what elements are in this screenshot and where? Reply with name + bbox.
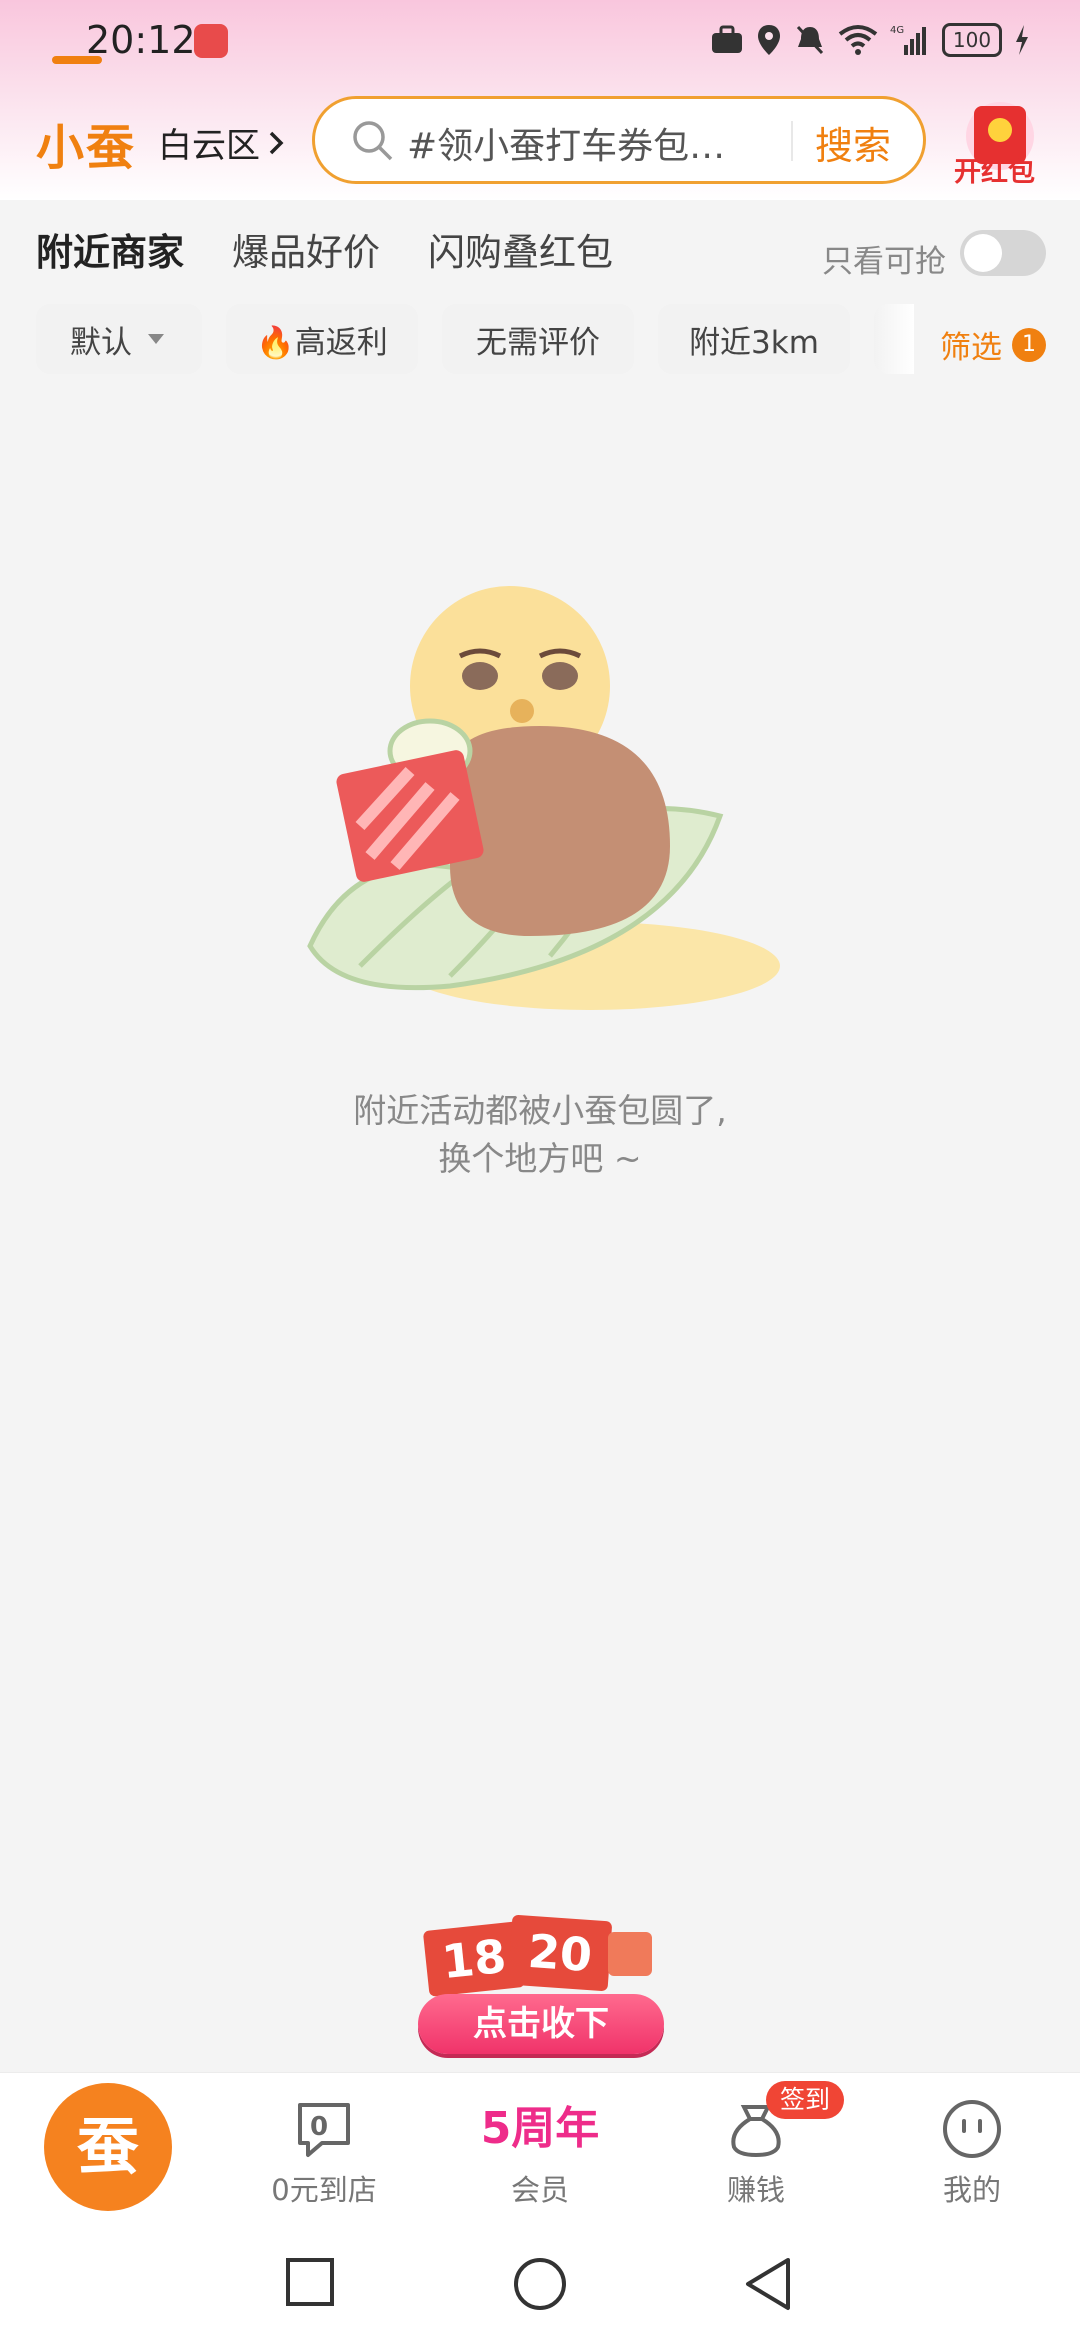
mute-bell-icon [796, 25, 824, 55]
filter-count-badge: 1 [1012, 327, 1046, 362]
search-input[interactable]: #领小蚕打车券包… [407, 117, 725, 169]
only-grab-toggle[interactable] [960, 230, 1046, 276]
category-tabs: 附近商家 爆品好价 闪购叠红包 [36, 222, 613, 276]
nav-membership-label: 会员 [510, 2173, 569, 2207]
briefcase-icon [712, 25, 742, 53]
signal-icon: 4G [890, 25, 926, 55]
gift-icon [608, 1932, 652, 1976]
tab-flash-purchase[interactable]: 闪购叠红包 [428, 222, 613, 276]
chip-label: 默认 [70, 324, 132, 361]
location-label: 白云区 [158, 126, 260, 166]
chat-zero-icon: 0 [298, 2103, 350, 2157]
chip-high-rebate[interactable]: 🔥高返利 [226, 304, 418, 374]
claim-button[interactable]: 点击收下 [418, 1994, 664, 2054]
svg-text:4G: 4G [890, 25, 904, 36]
caret-down-icon [148, 334, 164, 344]
filter-label: 筛选 [940, 330, 1002, 366]
active-tab-indicator [52, 56, 102, 64]
merchant-list-area: 附近活动都被小蚕包圆了, 换个地方吧 ~ [0, 396, 1080, 2072]
chip-default-sort[interactable]: 默认 [36, 304, 202, 374]
wifi-icon [838, 25, 878, 55]
home-icon[interactable] [512, 2256, 568, 2312]
only-grab-label: 只看可抢 [822, 244, 946, 280]
empty-state-hint: 换个地方吧 ~ [438, 1139, 642, 1178]
tab-hot-deals[interactable]: 爆品好价 [232, 222, 380, 276]
app-logo[interactable]: 小蚕 [36, 108, 136, 178]
nav-zero-yuan[interactable]: 0 0元到店 [234, 2097, 414, 2209]
nav-zero-yuan-label: 0元到店 [271, 2173, 377, 2207]
back-icon[interactable] [742, 2256, 794, 2312]
location-selector[interactable]: 白云区 [158, 118, 284, 167]
chip-nearby-3km[interactable]: 附近3km [658, 304, 850, 374]
nav-earn-money-label: 赚钱 [726, 2173, 785, 2207]
face-icon [943, 2100, 1001, 2158]
toggle-knob [964, 234, 1002, 272]
status-time: 20:12 [86, 18, 196, 62]
search-divider [791, 121, 793, 161]
nav-profile-label: 我的 [942, 2173, 1001, 2207]
nav-home-button[interactable]: 蚕 [44, 2083, 172, 2211]
location-icon [758, 25, 780, 55]
promo-coupon-widget[interactable]: 18 20 点击收下 [412, 1910, 670, 2062]
nav-membership[interactable]: 5周年 会员 [450, 2097, 630, 2209]
filter-button[interactable]: 筛选 1 [940, 322, 1046, 367]
app-notification-icon [194, 24, 228, 58]
recent-apps-icon[interactable] [284, 2256, 336, 2308]
promo-amounts: 18 20 [412, 1910, 670, 1997]
silkworm-mascot-illustration [307, 586, 780, 1010]
search-icon [353, 121, 393, 161]
chip-no-review[interactable]: 无需评价 [442, 304, 634, 374]
tab-nearby-merchants[interactable]: 附近商家 [36, 222, 184, 276]
status-icons: 4G 100 [710, 18, 1030, 62]
empty-state-message: 附近活动都被小蚕包圆了, [353, 1091, 727, 1130]
bottom-navigation: 蚕 0 0元到店 5周年 会员 赚钱 签到 我的 [0, 2072, 1080, 2233]
promo-amount-2: 20 [507, 1914, 613, 1992]
search-bar[interactable]: #领小蚕打车券包… 搜索 [312, 96, 926, 184]
system-navigation-bar [0, 2232, 1080, 2340]
anniversary-badge: 5周年 [480, 2103, 600, 2154]
filter-chips: 默认 🔥高返利 无需评价 附近3km [36, 304, 914, 374]
status-bar: 20:12 4G 100 [0, 0, 1080, 90]
nav-profile[interactable]: 我的 [882, 2097, 1062, 2209]
svg-text:0: 0 [310, 2112, 328, 2142]
open-red-envelope-label[interactable]: 开红包 [954, 150, 1035, 189]
search-button[interactable]: 搜索 [815, 115, 891, 170]
chevron-right-icon [269, 131, 284, 154]
chip-overflow-fade [874, 304, 914, 374]
charging-icon [1016, 25, 1028, 55]
battery-icon: 100 [942, 23, 1002, 57]
sign-in-badge[interactable]: 签到 [766, 2081, 845, 2119]
